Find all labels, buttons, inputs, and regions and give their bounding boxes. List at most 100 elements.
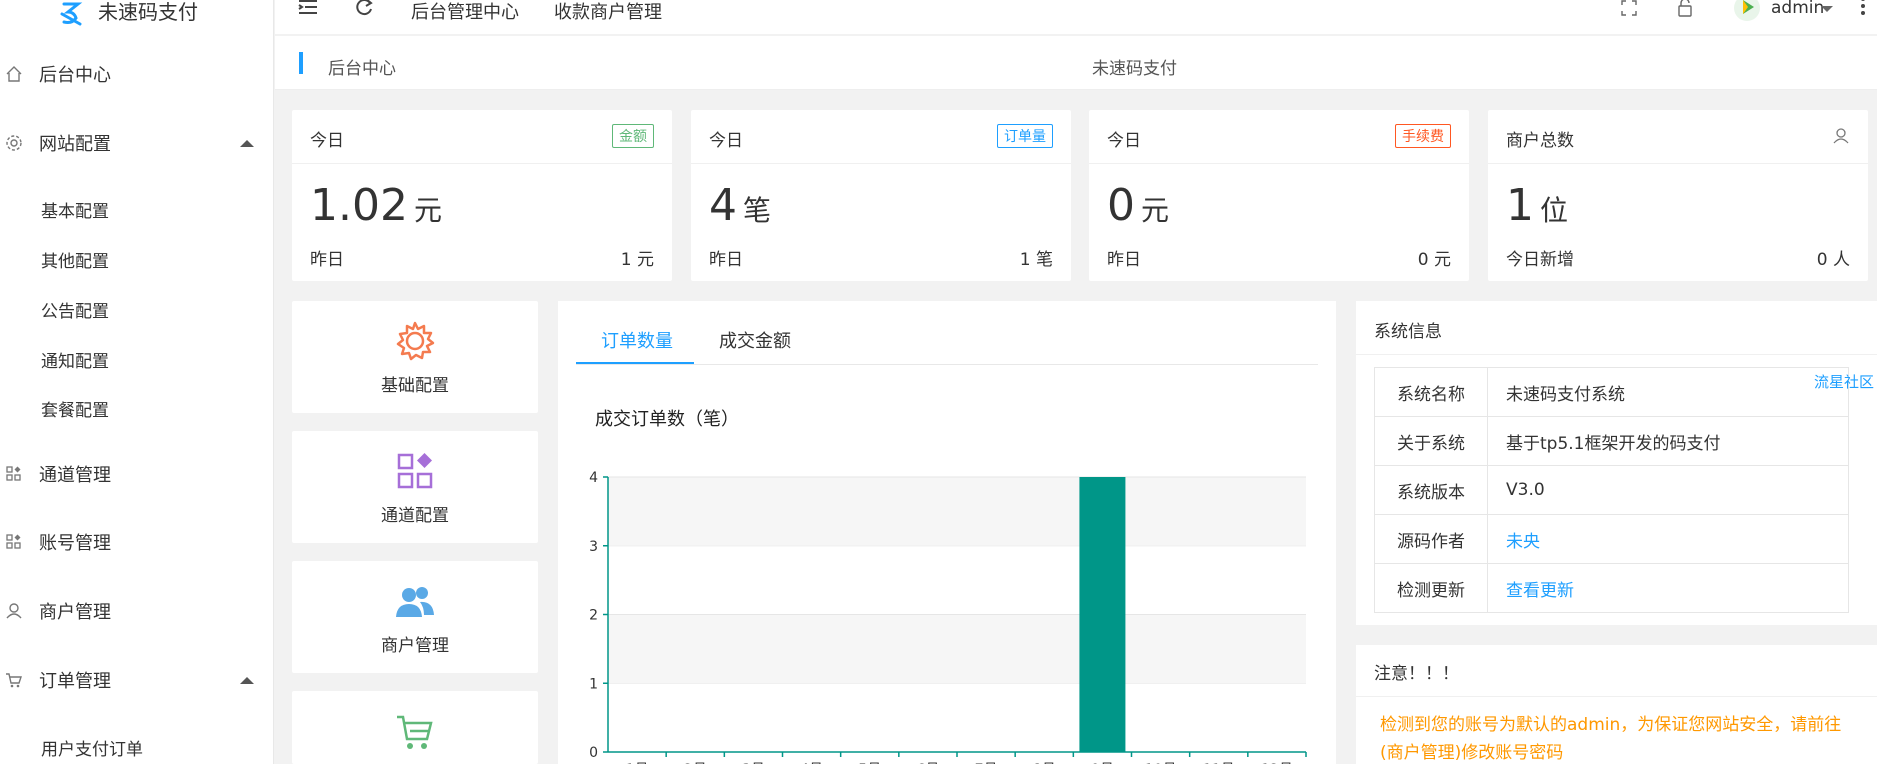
stat-unit: 元 [413,194,442,227]
apps-icon [6,466,21,481]
stat-card-amount: 今日 金额 1.02 元 昨日 1 元 [292,110,672,281]
grid-band [608,614,1306,684]
logo[interactable]: 未速码支付 [0,0,274,34]
card-title: 今日 [709,131,743,151]
user-name[interactable]: admin [1771,0,1824,18]
sidebar-item-merchant[interactable]: 商户管理 [0,591,274,631]
menu-toggle-icon[interactable] [297,0,319,18]
sidebar-subitem[interactable]: 套餐配置 [41,396,109,421]
gear-icon [396,321,435,361]
system-info-panel: 系统信息 系统名称 未速码支付系统 关于系统 基于tp5.1框架开发的码支付 系统版… [1356,301,1877,625]
avatar[interactable] [1733,0,1761,22]
gear-icon [6,135,22,151]
breadcrumb-center-title: 未速码支付 [1092,59,1177,79]
quick-tile-channel-config[interactable]: 通道配置 [292,431,538,543]
tile-label: 基础配置 [381,376,449,396]
chevron-down-icon[interactable] [1821,6,1833,12]
quick-tile-orders[interactable] [292,691,538,764]
chart-bar [1079,477,1126,752]
sidebar-subitem[interactable]: 基本配置 [41,197,109,222]
status-badge: 金额 [612,124,654,148]
stat-foot-label: 昨日 [709,250,743,270]
quick-tile-merchant-manage[interactable]: 商户管理 [292,561,538,673]
stat-foot-value: 1 元 [620,250,654,270]
cart-icon [397,715,433,749]
breadcrumb: 后台中心 未速码支付 [275,36,1877,90]
cart-icon [6,673,22,688]
grid-band [608,477,1306,546]
table-row: 检测更新 查看更新 [1374,563,1849,613]
info-value: 未速码支付系统 [1487,367,1849,417]
sidebar-item-label: 后台中心 [39,65,111,86]
author-link[interactable]: 未央 [1506,532,1540,552]
card-header: 今日 金额 [292,110,672,164]
sidebar-item-label: 商户管理 [39,602,111,623]
stat-foot-value: 1 笔 [1019,250,1053,270]
logo-icon [60,2,83,26]
breadcrumb-current[interactable]: 后台中心 [328,54,396,79]
bar-chart: 012341月2月3月4月5月6月7月8月9月10月11月12月 [589,470,1307,764]
status-badge: 手续费 [1395,124,1451,148]
stat-card-fee: 今日 手续费 0元 昨日 0 元 [1089,110,1469,281]
divider [1356,696,1877,697]
sidebar-item-account[interactable]: 账号管理 [0,522,274,562]
table-row: 关于系统 基于tp5.1框架开发的码支付 [1374,416,1849,466]
stat-card-orders: 今日 订单量 4笔 昨日 1 笔 [691,110,1071,281]
check-update-link[interactable]: 查看更新 [1506,581,1574,601]
y-tick-label: 2 [589,608,598,624]
stat-number: 0 [1107,180,1135,231]
info-key: 源码作者 [1374,514,1488,564]
stat-unit: 位 [1540,194,1569,227]
sidebar-item-label: 订单管理 [39,671,111,692]
stat-value: 4笔 [709,180,771,231]
divider [1356,354,1877,355]
stat-foot-label: 今日新增 [1506,250,1574,270]
top-link-merchant-manage[interactable]: 收款商户管理 [554,0,662,24]
sidebar-subitem[interactable]: 通知配置 [41,347,109,372]
lock-icon[interactable] [1675,0,1695,19]
tile-label: 商户管理 [381,636,449,656]
info-value-cell: 未央 [1487,514,1849,564]
tile-label: 通道配置 [381,506,449,526]
quick-tile-basic-config[interactable]: 基础配置 [292,301,538,413]
sidebar-subitem[interactable]: 其他配置 [41,247,109,272]
apps-icon [6,534,21,549]
community-link[interactable]: 流星社区 [1814,371,1874,392]
card-header: 今日 订单量 [691,110,1071,164]
card-title: 今日 [310,131,344,151]
sidebar-item-dashboard[interactable]: 后台中心 [0,54,274,94]
top-link-admin-center[interactable]: 后台管理中心 [411,0,519,24]
more-icon[interactable] [1859,0,1867,18]
info-key: 系统名称 [1374,367,1488,417]
sidebar-subitem[interactable]: 用户支付订单 [41,735,143,760]
sidebar-item-label: 账号管理 [39,533,111,554]
refresh-icon[interactable] [353,0,375,19]
chart-panel: 订单数量 成交金额 成交订单数（笔） 012341月2月3月4月5月6月7月8月… [558,301,1336,764]
notice-text: 检测到您的账号为默认的admin，为保证您网站安全，请前往(商户管理)修改账号密… [1380,715,1842,763]
fullscreen-icon[interactable] [1619,0,1639,18]
info-key: 检测更新 [1374,563,1488,613]
info-value: 基于tp5.1框架开发的码支付 [1487,416,1849,466]
sidebar-item-orders[interactable]: 订单管理 [0,660,274,700]
sidebar-item-channel[interactable]: 通道管理 [0,454,274,494]
info-value: V3.0 [1487,465,1849,515]
brand-name: 未速码支付 [98,0,198,24]
chevron-up-icon [240,676,254,684]
sidebar-item-website-config[interactable]: 网站配置 [0,123,274,163]
user-icon [1833,128,1849,144]
info-key: 系统版本 [1374,465,1488,515]
table-row: 系统名称 未速码支付系统 [1374,367,1849,417]
sidebar-subitem[interactable]: 公告配置 [41,297,109,322]
card-header: 今日 手续费 [1089,110,1469,164]
notice-title: 注意！！！ [1374,664,1459,684]
info-value-cell: 查看更新 [1487,563,1849,613]
chevron-up-icon [240,139,254,147]
stat-card-merchants: 商户总数 1位 今日新增 0 人 [1488,110,1868,281]
notice-panel: 注意！！！ 检测到您的账号为默认的admin，为保证您网站安全，请前往(商户管理… [1356,645,1877,764]
card-header: 商户总数 [1488,110,1868,164]
y-tick-label: 3 [589,539,598,555]
breadcrumb-accent [299,52,303,74]
stat-foot-label: 昨日 [1107,250,1141,270]
home-icon [6,66,22,82]
stat-foot-label: 昨日 [310,250,344,270]
